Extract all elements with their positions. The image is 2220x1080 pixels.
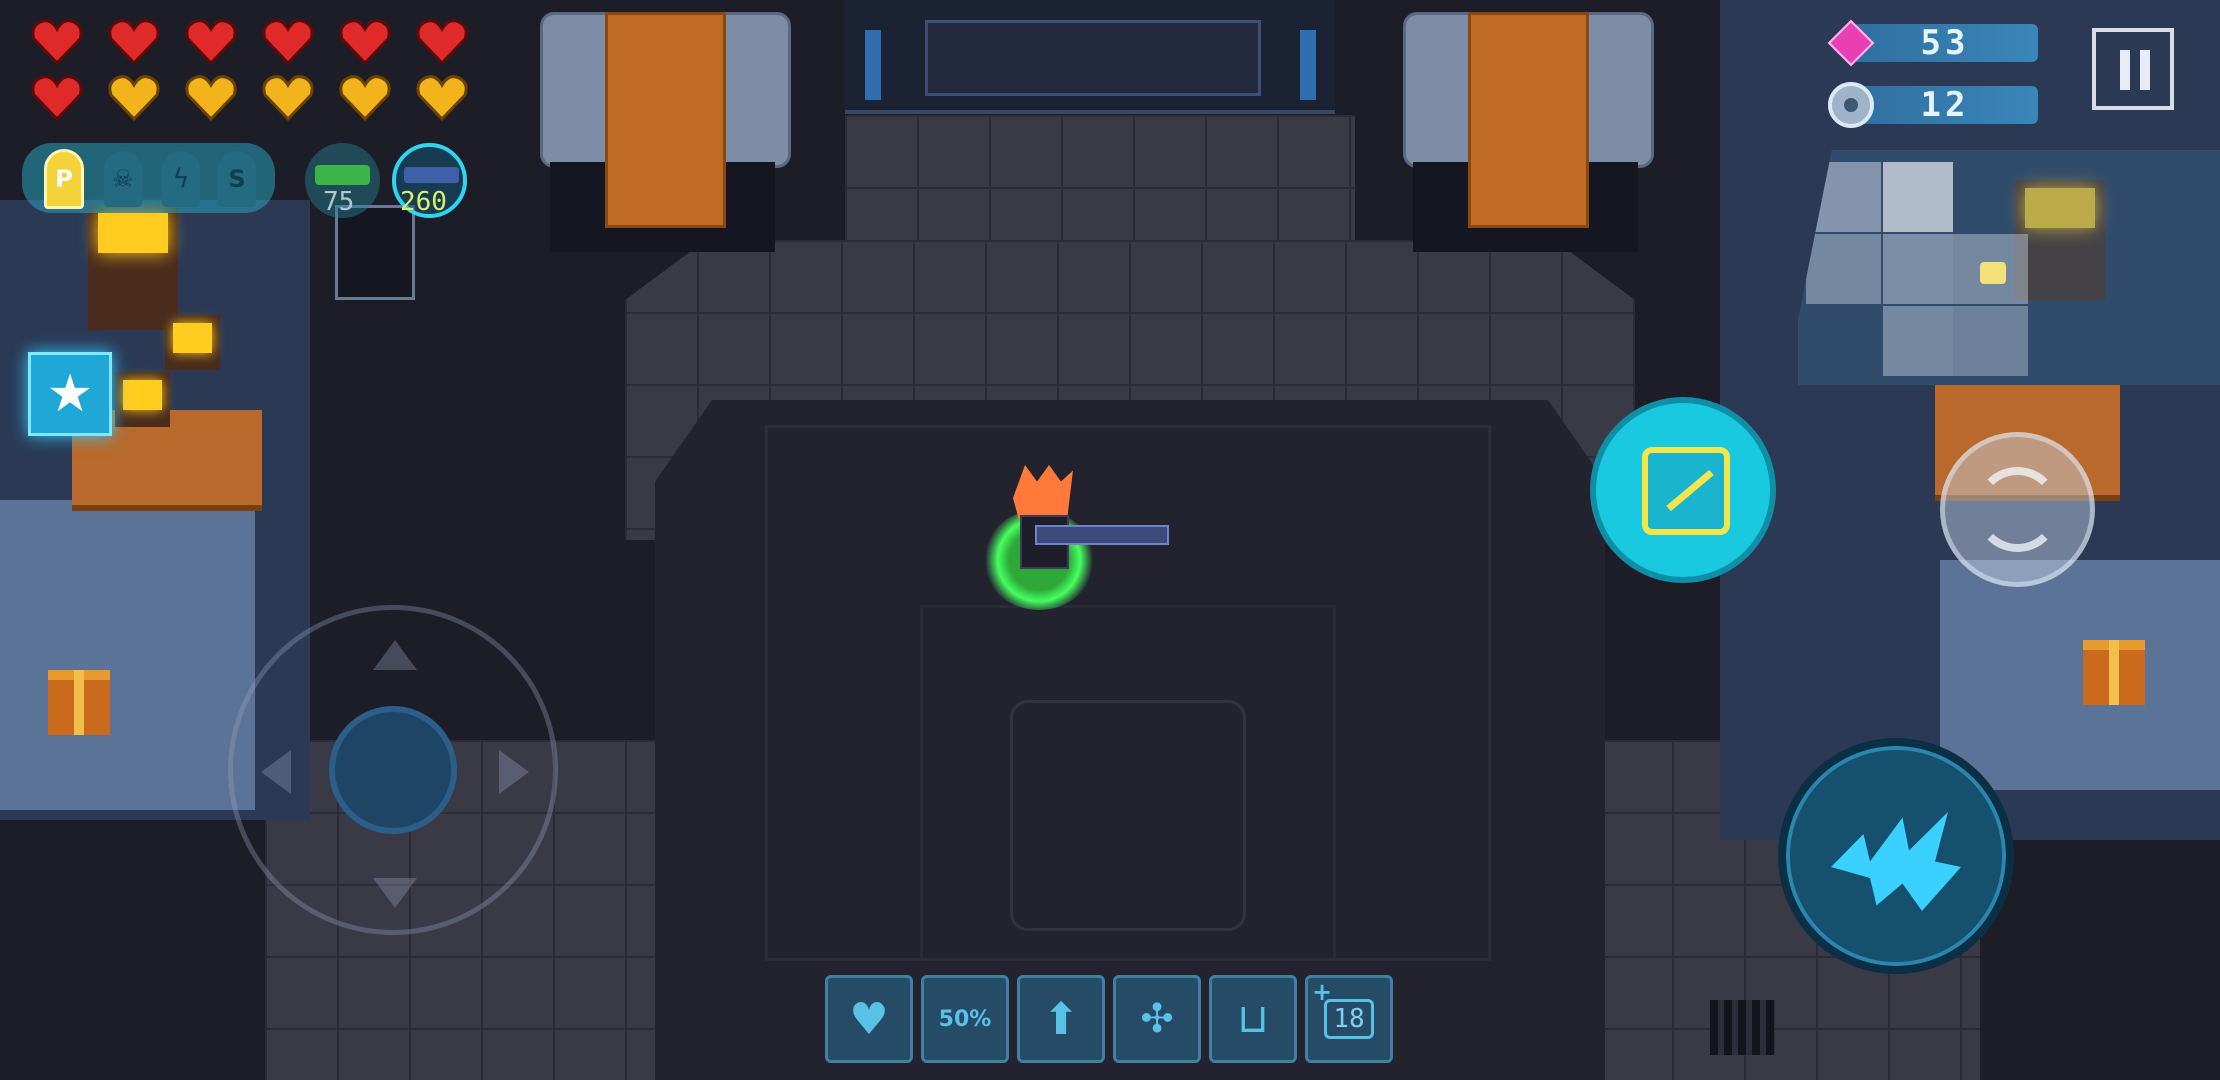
joystick-up-arrow	[373, 640, 417, 670]
arrow-up-icon: ⬆	[1042, 993, 1080, 1045]
joystick-left-arrow	[261, 750, 291, 794]
heart-row-svg	[31, 19, 468, 121]
minimap-room	[1883, 306, 1953, 376]
core-count: 12	[1920, 85, 1970, 125]
swap-weapon-icon	[1975, 467, 2060, 552]
armor-heart-icon	[416, 75, 468, 121]
heart-icon	[416, 19, 468, 65]
sniper-rifle-icon	[404, 167, 459, 183]
network-icon: ✣	[1140, 996, 1174, 1042]
star-badge-icon[interactable]: ★	[28, 352, 112, 436]
skill-slot[interactable]: ⊔	[1209, 975, 1297, 1063]
minimap-room	[1953, 306, 2028, 376]
gem-count: 53	[1920, 23, 1970, 63]
joystick-down-arrow	[373, 878, 417, 908]
core-icon	[1828, 82, 1874, 128]
s-slot-icon: S	[218, 151, 256, 207]
skill-slot[interactable]: ⬆	[1017, 975, 1105, 1063]
percent-bag-icon: 50%	[938, 1006, 992, 1032]
armor-heart-icon	[108, 75, 160, 121]
heart-icon	[108, 19, 160, 65]
chest-count-prefix: +	[1312, 978, 1333, 1006]
left-ramp	[0, 500, 255, 810]
attack-button[interactable]	[1778, 738, 2014, 974]
armor-heart-icon	[185, 75, 237, 121]
joystick-right-arrow	[499, 750, 529, 794]
skill-slot[interactable]: + 18	[1305, 975, 1393, 1063]
health-bar	[28, 15, 473, 125]
bullet-p-icon: P	[44, 149, 84, 209]
skill-bar: ♥ 50% ⬆ ✣ ⊔ + 18	[825, 975, 1395, 1067]
skill-slot[interactable]: ✣	[1113, 975, 1201, 1063]
arena-middle-outline	[920, 605, 1336, 961]
core-counter: 12	[1828, 82, 2038, 128]
minimap-room	[1883, 162, 1953, 232]
skill-button[interactable]	[1590, 397, 1776, 583]
heart-icon	[31, 19, 83, 65]
skill-slot[interactable]: 50%	[921, 975, 1009, 1063]
virtual-joystick[interactable]	[228, 605, 558, 935]
green-gun-icon	[315, 165, 370, 185]
skull-icon: ☠	[104, 151, 142, 207]
minimap-room	[1883, 234, 1953, 304]
buff-slot-label: S	[228, 165, 246, 193]
right-banner-pillar	[1403, 12, 1654, 252]
right-gift-box	[2083, 640, 2145, 705]
swap-weapon-button[interactable]	[1940, 432, 2095, 587]
sniper-rifle	[1035, 525, 1169, 545]
gem-counter: 53	[1827, 19, 2038, 67]
heart-icon	[31, 75, 83, 121]
left-small-lamp-1	[165, 315, 220, 370]
minimap-player-icon	[1980, 262, 2006, 284]
weapon-slot-1[interactable]: 75	[305, 143, 380, 218]
magnet-icon: ⊔	[1237, 996, 1269, 1042]
heart-icon	[339, 19, 391, 65]
player-hair	[1013, 465, 1073, 520]
armor-heart-icon	[262, 75, 314, 121]
joystick-thumb[interactable]	[329, 706, 457, 834]
minimap-room	[1806, 234, 1881, 304]
claw-attack-icon	[1831, 812, 1961, 911]
north-gate	[845, 0, 1335, 114]
left-banner-pillar	[540, 12, 791, 252]
lightning-icon: ϟ	[162, 151, 200, 207]
buff-slots: P ☠ ϟ S	[22, 143, 275, 213]
player-character	[975, 465, 1169, 615]
left-gift-box	[48, 670, 110, 735]
heart-icon	[185, 19, 237, 65]
left-lamp-box	[88, 205, 178, 330]
pause-button[interactable]	[2092, 28, 2174, 110]
right-ramp	[1940, 560, 2220, 790]
weapon-ammo: 260	[400, 187, 447, 217]
armor-heart-icon	[339, 75, 391, 121]
pause-icon	[2120, 50, 2150, 90]
weapon-slot-2[interactable]: 260	[392, 143, 467, 218]
weapon-ammo: 75	[323, 187, 355, 217]
left-small-lamp-2	[115, 372, 170, 427]
buff-slot-label: P	[55, 165, 73, 193]
minimap[interactable]	[1798, 150, 2220, 385]
heart-icon	[262, 19, 314, 65]
skill-slot[interactable]: ♥	[825, 975, 913, 1063]
heart-burst-icon: ♥	[849, 993, 889, 1045]
floor-vent	[1710, 1000, 1775, 1055]
left-monitor	[335, 205, 415, 300]
dash-skill-icon	[1642, 447, 1730, 535]
